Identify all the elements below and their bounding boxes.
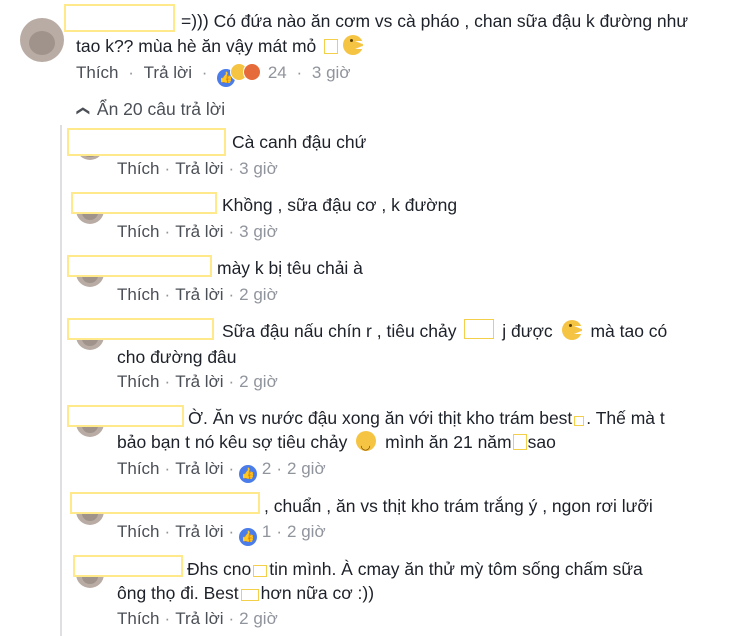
smile-emoji-icon <box>356 431 377 458</box>
reply-text-line2: bảo bạn t nó kêu sợ tiêu chảy mình ăn 21… <box>117 430 556 458</box>
main-comment-avatar[interactable] <box>20 18 64 62</box>
like-link[interactable]: Thích <box>117 458 160 480</box>
like-link[interactable]: Thích <box>117 221 160 243</box>
reply-actions: Thích · Trả lời · 2 giờ <box>117 608 278 630</box>
reaction-count: 2 <box>261 459 272 478</box>
redacted-username <box>67 405 184 427</box>
redacted-username <box>67 318 214 340</box>
reply-text-part: . Thế mà t <box>586 408 665 428</box>
angry-reaction-icon <box>243 63 262 81</box>
reply-text-part: mà tao có <box>590 321 668 341</box>
hide-replies-label: Ẩn 20 câu trả lời <box>96 99 226 119</box>
reply-link[interactable]: Trả lời <box>175 221 223 243</box>
reply-text-part: j được <box>502 321 553 341</box>
reply-link[interactable]: Trả lời <box>175 608 223 630</box>
like-link[interactable]: Thích <box>76 62 119 84</box>
reply-text: , chuẩn , ăn vs thịt kho trám trắng ý , … <box>264 496 653 516</box>
reply-link[interactable]: Trả lời <box>144 62 192 84</box>
reply-text-part: ông thọ đi. Best <box>117 583 239 603</box>
timestamp[interactable]: 2 giờ <box>287 521 326 543</box>
reply-actions: Thích · Trả lời · 👍 2 · 2 giờ <box>117 458 326 483</box>
reply-text-part: hơn nữa cơ :)) <box>260 583 375 603</box>
like-link[interactable]: Thích <box>117 158 160 180</box>
reply-link[interactable]: Trả lời <box>175 284 223 306</box>
pacman-emoji-icon <box>561 320 582 340</box>
like-link[interactable]: Thích <box>117 284 160 306</box>
like-reaction-icon: 👍 <box>239 528 258 546</box>
redacted-username <box>71 192 217 214</box>
reply-text: Cà canh đậu chứ <box>232 132 367 152</box>
reply-actions: Thích · Trả lời · 2 giờ <box>117 371 278 393</box>
reply-link[interactable]: Trả lời <box>175 521 223 543</box>
like-reaction-icon: 👍 <box>239 465 258 483</box>
reply-actions: Thích · Trả lời · 👍 1 · 2 giờ <box>117 521 326 546</box>
emoji-placeholder <box>464 319 495 339</box>
timestamp[interactable]: 2 giờ <box>239 371 278 393</box>
redacted-username <box>73 555 183 577</box>
timestamp[interactable]: 3 giờ <box>312 62 351 84</box>
main-comment-text-line2: tao k?? mùa hè ăn vậy mát mỏ <box>76 34 364 59</box>
reply-actions: Thích · Trả lời · 3 giờ <box>117 158 278 180</box>
reply-text: Khồng , sữa đậu cơ , k đường <box>222 195 458 215</box>
reply-text-part: Sữa đậu nấu chín r , tiêu chảy <box>222 321 457 341</box>
reply-text-line1: Sữa đậu nấu chín r , tiêu chảy j được mà… <box>222 319 667 344</box>
reply-text: mày k bị têu chải à <box>217 258 363 278</box>
reactions-summary[interactable]: 👍 24 <box>217 62 287 87</box>
reply-link[interactable]: Trả lời <box>175 458 223 480</box>
reactions-summary[interactable]: 👍 1 <box>239 521 271 546</box>
reply-text-line1: Ờ. Ăn vs nước đậu xong ăn với thịt kho t… <box>188 406 665 431</box>
pacman-emoji-icon <box>343 35 364 55</box>
reply-text-part: sao <box>527 432 556 452</box>
main-comment-text-line2-body: tao k?? mùa hè ăn vậy mát mỏ <box>76 36 317 56</box>
reaction-count: 24 <box>267 63 287 82</box>
redacted-username <box>67 128 226 156</box>
redacted-username <box>70 492 260 514</box>
reaction-count: 1 <box>261 522 272 541</box>
reply-text-part: tin mình. À cmay ăn thử mỳ tôm sống chấm… <box>269 559 643 579</box>
redacted-username <box>64 4 175 32</box>
timestamp[interactable]: 2 giờ <box>239 284 278 306</box>
reply-text-line2: cho đường đâu <box>117 347 237 367</box>
reply-link[interactable]: Trả lời <box>175 158 223 180</box>
timestamp[interactable]: 2 giờ <box>287 458 326 480</box>
reply-thread-line <box>60 125 62 636</box>
redacted-username <box>67 255 212 277</box>
emoji-placeholder <box>574 416 585 426</box>
main-comment-text-line1: =))) Có đứa nào ăn cơm vs cà pháo , chan… <box>181 11 689 31</box>
reply-text-part: bảo bạn t nó kêu sợ tiêu chảy <box>117 432 348 452</box>
hide-replies-button[interactable]: ❮ Ẩn 20 câu trả lời <box>76 97 226 123</box>
reply-text-line2: ông thọ đi. Best hơn nữa cơ :)) <box>117 581 374 606</box>
like-link[interactable]: Thích <box>117 521 160 543</box>
like-link[interactable]: Thích <box>117 608 160 630</box>
emoji-placeholder <box>240 589 259 601</box>
emoji-placeholder <box>324 39 339 54</box>
reply-link[interactable]: Trả lời <box>175 371 223 393</box>
reply-actions: Thích · Trả lời · 3 giờ <box>117 221 278 243</box>
emoji-placeholder <box>253 565 268 577</box>
reply-text-part: Đhs cno <box>187 559 252 579</box>
main-comment-actions: Thích · Trả lời · 👍 24 · 3 giờ <box>76 62 350 87</box>
emoji-placeholder <box>512 434 527 450</box>
reply-text-line1: Đhs cno tin mình. À cmay ăn thử mỳ tôm số… <box>187 557 643 582</box>
reply-text-part: Ờ. Ăn vs nước đậu xong ăn với thịt kho t… <box>188 408 573 428</box>
timestamp[interactable]: 3 giờ <box>239 158 278 180</box>
chevron-up-icon: ❮ <box>76 105 92 117</box>
reply-text-part: mình ăn 21 năm <box>385 432 512 452</box>
reactions-summary[interactable]: 👍 2 <box>239 458 271 483</box>
reply-actions: Thích · Trả lời · 2 giờ <box>117 284 278 306</box>
timestamp[interactable]: 2 giờ <box>239 608 278 630</box>
like-link[interactable]: Thích <box>117 371 160 393</box>
timestamp[interactable]: 3 giờ <box>239 221 278 243</box>
